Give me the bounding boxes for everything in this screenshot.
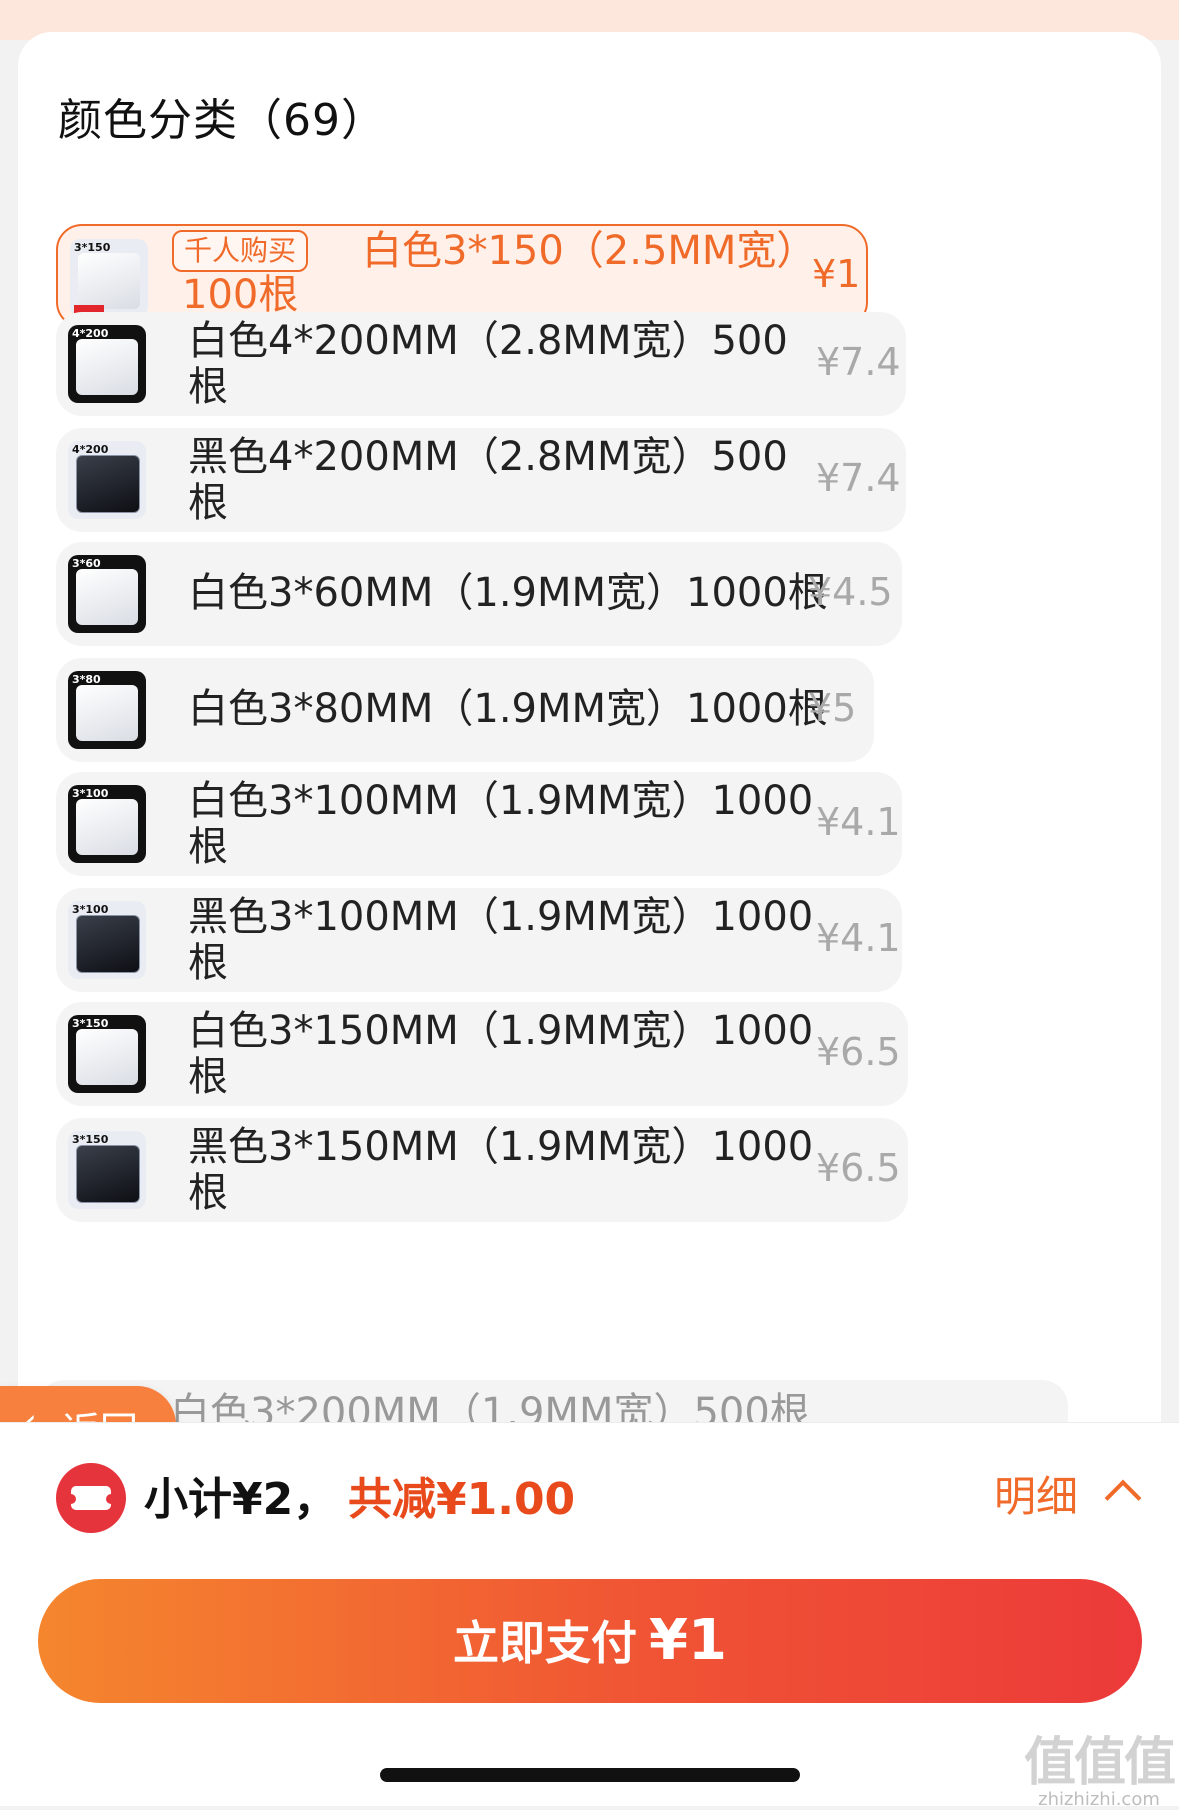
variant-thumbnail: 4*200 — [68, 441, 146, 519]
variant-option[interactable]: 3*60 白色3*60MM（1.9MM宽）1000根 ¥4.5 — [56, 542, 902, 646]
variant-option[interactable]: 3*100 白色3*100MM（1.9MM宽）1000 根 ¥4.1 — [56, 772, 902, 876]
subtotal-text: 小计¥2， — [144, 1474, 338, 1525]
discount-text: 共减¥1.00 — [348, 1474, 576, 1525]
variant-price: ¥4.1 — [816, 916, 901, 960]
thumb-size-tag: 3*150 — [74, 241, 111, 254]
variant-thumbnail: 3*60 — [68, 555, 146, 633]
variant-label-line1: 黑色4*200MM（2.8MM宽）500 — [188, 434, 788, 480]
coupon-icon — [56, 1463, 126, 1533]
variant-thumbnail: 3*150 — [68, 1015, 146, 1093]
variant-label: 白色3*60MM（1.9MM宽）1000根 — [188, 570, 828, 616]
variant-label-line1: 白色3*150MM（1.9MM宽）1000 — [188, 1008, 814, 1054]
thumb-size-tag: 3*150 — [72, 1133, 109, 1146]
thumb-size-tag: 4*200 — [72, 327, 109, 340]
variant-label-line1: 白色3*150（2.5MM宽） — [362, 228, 817, 274]
variant-label-line1: 白色4*200MM（2.8MM宽）500 — [188, 318, 788, 364]
variant-option[interactable]: 3*100 黑色3*100MM（1.9MM宽）1000 根 ¥4.1 — [56, 888, 902, 992]
variant-label-line2: 根 — [188, 364, 228, 410]
popular-badge: 千人购买 — [172, 230, 309, 272]
watermark-logo: 值值值 — [1024, 1733, 1176, 1793]
variant-label-line2: 根 — [188, 940, 228, 986]
variant-label-line2: 根 — [188, 1170, 228, 1216]
variant-label-line1: 黑色3*100MM（1.9MM宽）1000 — [188, 894, 814, 940]
variant-price: ¥6.5 — [816, 1146, 901, 1190]
thumb-size-tag: 3*150 — [72, 1017, 109, 1030]
chevron-up-icon[interactable] — [1104, 1479, 1142, 1517]
variant-price: ¥6.5 — [816, 1030, 901, 1074]
sku-sheet: 颜色分类（69） 3*150 千人购买 白色3*150（2.5MM宽） 100根… — [18, 32, 1161, 1422]
watermark: 值值值 zhizhizhi.com — [1024, 1720, 1176, 1810]
thumb-size-tag: 3*100 — [72, 903, 109, 916]
checkout-footer: 小计¥2， 共减¥1.00 明细 立即支付 ¥1 — [0, 1422, 1179, 1806]
price-detail-link[interactable]: 明细 — [994, 1463, 1078, 1524]
variant-thumbnail: 3*100 — [68, 785, 146, 863]
variant-thumbnail: 3*100 — [68, 901, 146, 979]
variant-price: ¥4.5 — [808, 570, 893, 614]
pay-amount: ¥1 — [649, 1608, 727, 1673]
variant-price: ¥4.1 — [816, 800, 901, 844]
variant-option[interactable]: 4*200 白色4*200MM（2.8MM宽）500 根 ¥7.4 — [56, 312, 906, 416]
variant-thumbnail: 4*200 — [68, 325, 146, 403]
variant-thumbnail: 3*150 — [68, 1131, 146, 1209]
thumb-size-tag: 3*60 — [72, 557, 101, 570]
pay-now-button[interactable]: 立即支付 ¥1 — [38, 1579, 1142, 1703]
variant-thumbnail: 3*150 — [70, 239, 148, 317]
variant-price: ¥5 — [808, 686, 857, 730]
variant-option[interactable]: 3*80 白色3*80MM（1.9MM宽）1000根 ¥5 — [56, 658, 874, 762]
variant-option[interactable]: 3*150 黑色3*150MM（1.9MM宽）1000 根 ¥6.5 — [56, 1118, 908, 1222]
variant-option[interactable]: 4*200 黑色4*200MM（2.8MM宽）500 根 ¥7.4 — [56, 428, 906, 532]
variant-label-line1: 白色3*100MM（1.9MM宽）1000 — [188, 778, 814, 824]
variant-option[interactable]: 3*150 白色3*150MM（1.9MM宽）1000 根 ¥6.5 — [56, 1002, 908, 1106]
variant-label-line2: 根 — [188, 1054, 228, 1100]
variant-label-line2: 根 — [188, 824, 228, 870]
variant-price: ¥1 — [812, 252, 861, 296]
variant-thumbnail: 3*80 — [68, 671, 146, 749]
pay-label: 立即支付 — [453, 1616, 638, 1670]
thumb-size-tag: 3*100 — [72, 787, 109, 800]
variant-label: 白色3*80MM（1.9MM宽）1000根 — [188, 686, 828, 732]
thumb-size-tag: 4*200 — [72, 443, 109, 456]
variant-label-line2: 根 — [188, 480, 228, 526]
thumb-size-tag: 3*80 — [72, 673, 101, 686]
section-title: 颜色分类（69） — [58, 95, 386, 146]
variant-price: ¥7.4 — [816, 456, 901, 500]
home-indicator — [380, 1768, 800, 1782]
variant-label-line1: 黑色3*150MM（1.9MM宽）1000 — [188, 1124, 814, 1170]
watermark-site: zhizhizhi.com — [1038, 1789, 1160, 1810]
variant-price: ¥7.4 — [816, 340, 901, 384]
